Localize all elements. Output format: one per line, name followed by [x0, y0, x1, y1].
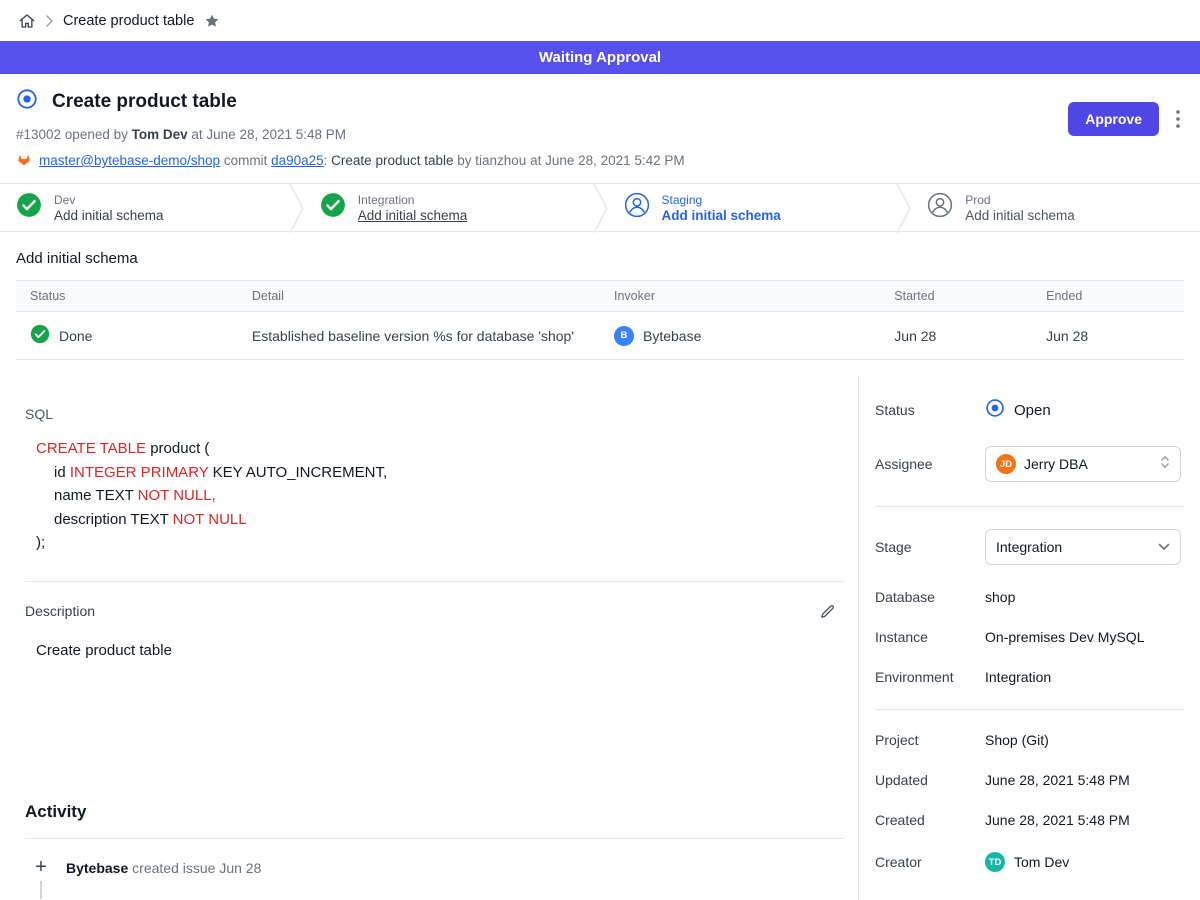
- edit-pencil-icon[interactable]: [819, 603, 836, 620]
- breadcrumb-page[interactable]: Create product table: [63, 13, 194, 29]
- updated-value: June 28, 2021 5:48 PM: [985, 772, 1130, 788]
- created-label: Created: [875, 812, 985, 828]
- assignee-select[interactable]: JD Jerry DBA: [985, 446, 1181, 482]
- description-text: Create product table: [25, 642, 844, 659]
- breadcrumb: Create product table: [0, 0, 1200, 41]
- divider: [875, 506, 1184, 507]
- more-menu-icon[interactable]: [1176, 110, 1180, 128]
- instance-label: Instance: [875, 629, 985, 645]
- sql-label: SQL: [25, 406, 844, 422]
- approve-button[interactable]: Approve: [1068, 102, 1159, 136]
- star-icon[interactable]: [204, 13, 220, 29]
- environment-label: Environment: [875, 669, 985, 685]
- issue-sidebar: Status Open Assignee JD Jerry DBA Stage: [858, 376, 1200, 900]
- database-label: Database: [875, 589, 985, 605]
- task-status: Done: [59, 328, 92, 344]
- avatar: B: [614, 326, 634, 346]
- status-label: Status: [875, 402, 985, 418]
- chevron-right-icon: [46, 15, 53, 27]
- check-circle-icon: [30, 324, 50, 347]
- pipeline: Dev Add initial schema Integration Add i…: [0, 183, 1200, 232]
- stage-label: Stage: [875, 539, 985, 555]
- check-circle-icon: [320, 192, 346, 223]
- table-row[interactable]: Done Established baseline version %s for…: [16, 312, 1184, 360]
- activity-entry: + Bytebase created issue Jun 28: [25, 858, 844, 899]
- issue-title: Create product table: [52, 91, 237, 113]
- database-value: shop: [985, 589, 1015, 605]
- stage-separator: [593, 184, 608, 231]
- divider: [25, 581, 844, 582]
- creator-value: Tom Dev: [1014, 854, 1069, 870]
- project-label: Project: [875, 732, 985, 748]
- issue-body: SQL CREATE TABLE product ( id INTEGER PR…: [0, 376, 858, 900]
- stage-select[interactable]: Integration: [985, 529, 1181, 565]
- stage-staging[interactable]: Staging Add initial schema: [608, 184, 897, 231]
- assignee-value: Jerry DBA: [1024, 456, 1152, 472]
- col-started: Started: [880, 281, 1032, 312]
- stage-separator: [896, 184, 911, 231]
- col-detail: Detail: [238, 281, 600, 312]
- instance-value: On-premises Dev MySQL: [985, 629, 1144, 645]
- issue-meta: #13002 opened by Tom Dev at June 28, 202…: [16, 127, 1184, 142]
- assignee-label: Assignee: [875, 456, 985, 472]
- stage-integration[interactable]: Integration Add initial schema: [304, 184, 593, 231]
- project-value: Shop (Git): [985, 732, 1049, 748]
- activity-author: Bytebase: [66, 860, 128, 876]
- col-invoker: Invoker: [600, 281, 880, 312]
- home-icon[interactable]: [18, 12, 36, 30]
- approval-banner: Waiting Approval: [0, 41, 1200, 74]
- task-started: Jun 28: [880, 312, 1032, 360]
- stage-dev[interactable]: Dev Add initial schema: [0, 184, 289, 231]
- activity-action: created issue: [132, 860, 215, 876]
- issue-open-icon: [16, 88, 38, 115]
- status-open-icon: [985, 398, 1005, 422]
- commit-line: master@bytebase-demo/shop commit da90a25…: [16, 151, 1184, 170]
- task-invoker: Bytebase: [643, 328, 701, 344]
- person-circle-icon: [927, 192, 953, 223]
- status-value: Open: [1014, 402, 1051, 419]
- chevron-down-icon: [1158, 538, 1170, 556]
- creator-label: Creator: [875, 854, 985, 870]
- col-status: Status: [16, 281, 238, 312]
- issue-author: Tom Dev: [132, 127, 188, 142]
- task-detail: Established baseline version %s for data…: [238, 312, 600, 360]
- issue-header: Create product table #13002 opened by To…: [0, 74, 1200, 183]
- task-section: Add initial schema Status Detail Invoker…: [0, 232, 1200, 376]
- stage-prod[interactable]: Prod Add initial schema: [911, 184, 1200, 231]
- commit-hash-link[interactable]: da90a25: [271, 153, 324, 168]
- divider: [25, 838, 844, 839]
- stage-separator: [289, 184, 304, 231]
- person-circle-icon: [624, 192, 650, 223]
- gitlab-icon: [16, 151, 32, 170]
- task-heading: Add initial schema: [16, 250, 1184, 267]
- stage-value: Integration: [996, 539, 1150, 555]
- created-value: June 28, 2021 5:48 PM: [985, 812, 1130, 828]
- col-ended: Ended: [1032, 281, 1184, 312]
- commit-branch-link[interactable]: master@bytebase-demo/shop: [39, 153, 220, 168]
- task-table: Status Detail Invoker Started Ended Done…: [16, 280, 1184, 360]
- description-label: Description: [25, 603, 95, 619]
- selector-chevrons-icon: [1160, 454, 1170, 475]
- divider: [875, 709, 1184, 710]
- avatar: JD: [996, 454, 1016, 474]
- activity-date: Jun 28: [219, 860, 261, 876]
- check-circle-icon: [16, 192, 42, 223]
- updated-label: Updated: [875, 772, 985, 788]
- task-ended: Jun 28: [1032, 312, 1184, 360]
- avatar: TD: [985, 852, 1005, 872]
- timeline-line: [40, 881, 42, 899]
- environment-value: Integration: [985, 669, 1051, 685]
- plus-icon: +: [35, 858, 47, 876]
- sql-code: CREATE TABLE product ( id INTEGER PRIMAR…: [25, 437, 844, 555]
- activity-heading: Activity: [25, 802, 844, 822]
